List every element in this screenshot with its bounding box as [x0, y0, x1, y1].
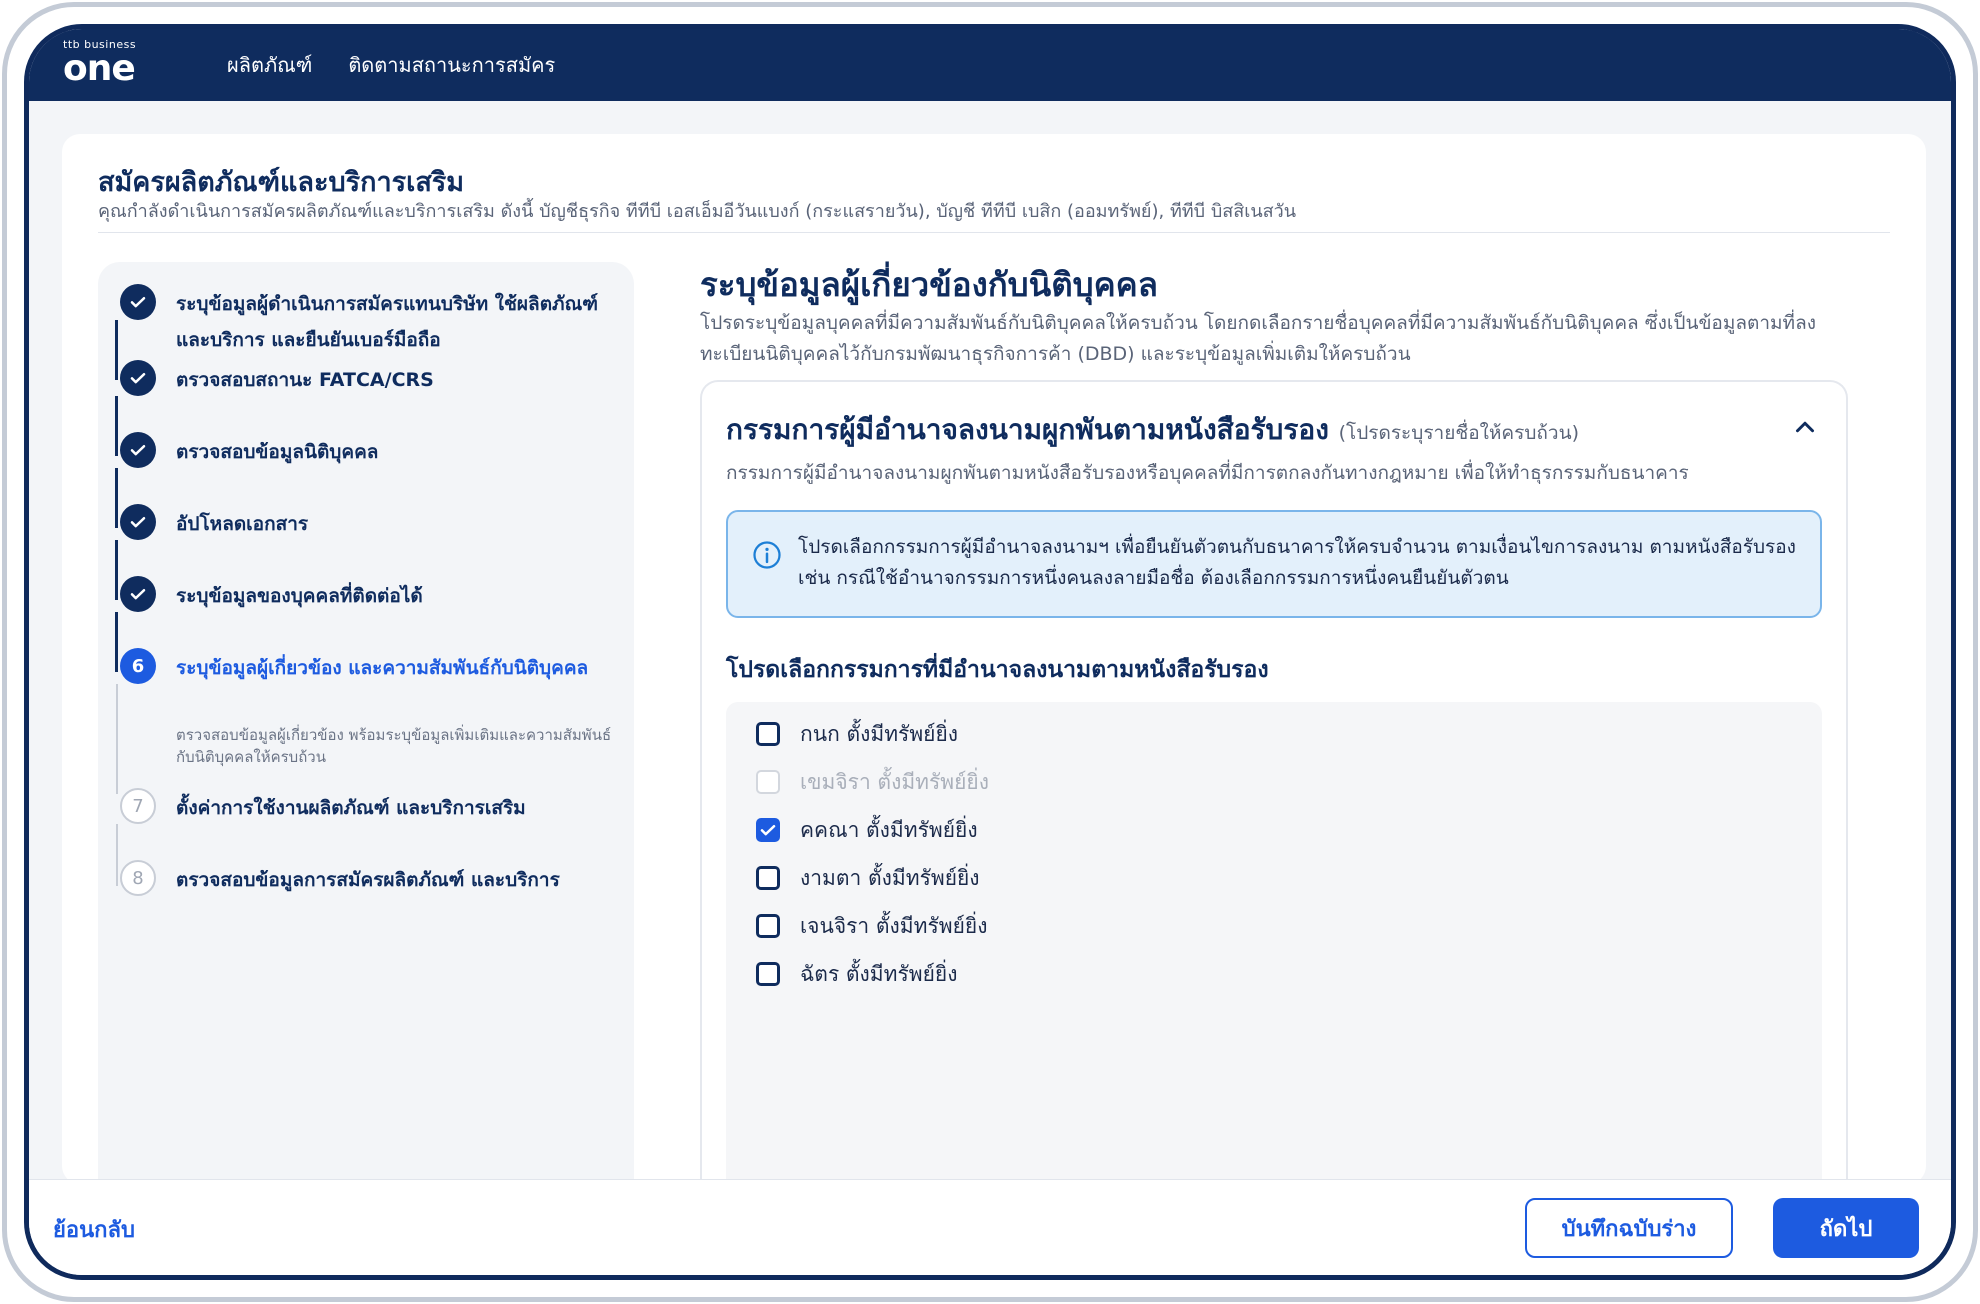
- checkbox-disabled: [756, 770, 780, 794]
- brand-logo-big: one: [63, 48, 136, 89]
- director-option[interactable]: กนก ตั้งมีทรัพย์ยิ่ง: [756, 716, 958, 752]
- header-divider: [98, 232, 1890, 233]
- director-name: กนก ตั้งมีทรัพย์ยิ่ง: [800, 721, 959, 746]
- step-connector: [115, 396, 118, 456]
- brand-logo[interactable]: ttb business one: [63, 39, 136, 87]
- director-options-list: กนก ตั้งมีทรัพย์ยิ่ง เขมจิรา ตั้งมีทรัพย…: [726, 702, 1822, 1202]
- page-subtitle: คุณกำลังดำเนินการสมัครผลิตภัณฑ์และบริการ…: [98, 201, 1297, 222]
- next-button[interactable]: ถัดไป: [1773, 1198, 1919, 1258]
- director-option[interactable]: เจนจิรา ตั้งมีทรัพย์ยิ่ง: [756, 908, 987, 944]
- step-connector: [115, 824, 118, 886]
- check-icon: [120, 504, 156, 540]
- step-label: ระบุข้อมูลผู้เกี่ยวข้อง และความสัมพันธ์ก…: [176, 657, 589, 679]
- top-navigation-bar: ttb business one ผลิตภัณฑ์ ติดตามสถานะกา…: [29, 29, 1951, 101]
- director-option[interactable]: ฉัตร ตั้งมีทรัพย์ยิ่ง: [756, 956, 957, 992]
- director-option[interactable]: คคณา ตั้งมีทรัพย์ยิ่ง: [756, 812, 978, 848]
- check-icon: [120, 360, 156, 396]
- save-draft-button[interactable]: บันทึกฉบับร่าง: [1525, 1198, 1733, 1258]
- check-icon: [760, 824, 776, 836]
- check-icon: [120, 432, 156, 468]
- panel-title-note: (โปรดระบุรายชื่อให้ครบถ้วน): [1338, 422, 1579, 444]
- step-number: 8: [120, 860, 156, 896]
- director-option-disabled: เขมจิรา ตั้งมีทรัพย์ยิ่ง: [756, 764, 989, 800]
- step-label: ตรวจสอบสถานะ FATCA/CRS: [176, 369, 434, 391]
- section-description: โปรดระบุข้อมูลบุคคลที่มีความสัมพันธ์กับน…: [700, 312, 1816, 365]
- director-option[interactable]: งามตา ตั้งมีทรัพย์ยิ่ง: [756, 860, 980, 896]
- step-description: ตรวจสอบข้อมูลผู้เกี่ยวข้อง พร้อมระบุข้อม…: [176, 726, 612, 766]
- director-name: เขมจิรา ตั้งมีทรัพย์ยิ่ง: [800, 769, 989, 794]
- step-label: ตรวจสอบข้อมูลการสมัครผลิตภัณฑ์ และบริการ: [176, 869, 560, 891]
- footer-bar: ย้อนกลับ บันทึกฉบับร่าง ถัดไป: [29, 1179, 1951, 1275]
- check-icon: [120, 576, 156, 612]
- checkbox[interactable]: [756, 914, 780, 938]
- director-name: ฉัตร ตั้งมีทรัพย์ยิ่ง: [800, 961, 958, 986]
- step-connector: [115, 540, 118, 600]
- check-icon: [120, 284, 156, 320]
- director-name: เจนจิรา ตั้งมีทรัพย์ยิ่ง: [800, 913, 988, 938]
- info-icon: [752, 540, 782, 570]
- checkbox-checked[interactable]: [756, 818, 780, 842]
- step-connector: [115, 468, 118, 528]
- step-number: 7: [120, 788, 156, 824]
- step-label: ระบุข้อมูลของบุคคลที่ติดต่อได้: [176, 585, 423, 607]
- step-connector: [115, 684, 118, 794]
- section-title: ระบุข้อมูลผู้เกี่ยวข้องกับนิติบุคคล: [700, 265, 1158, 304]
- panel-title-text: กรรมการผู้มีอำนาจลงนามผูกพันตามหนังสือรั…: [726, 413, 1329, 446]
- checkbox[interactable]: [756, 962, 780, 986]
- back-link[interactable]: ย้อนกลับ: [53, 1212, 135, 1247]
- panel-subtitle: กรรมการผู้มีอำนาจลงนามผูกพันตามหนังสือรั…: [726, 462, 1689, 484]
- step-number: 6: [120, 648, 156, 684]
- choose-directors-label: โปรดเลือกกรรมการที่มีอำนาจลงนามตามหนังสื…: [726, 657, 1269, 683]
- main-nav: ผลิตภัณฑ์ ติดตามสถานะการสมัคร: [227, 29, 555, 101]
- panel-title: กรรมการผู้มีอำนาจลงนามผูกพันตามหนังสือรั…: [726, 408, 1579, 452]
- chevron-up-icon[interactable]: [1790, 412, 1820, 442]
- app-screen: ttb business one ผลิตภัณฑ์ ติดตามสถานะกา…: [24, 24, 1956, 1280]
- step-label: อัปโหลดเอกสาร: [176, 513, 309, 535]
- info-alert: โปรดเลือกกรรมการผู้มีอำนาจลงนามฯ เพื่อยื…: [726, 510, 1822, 618]
- director-name: งามตา ตั้งมีทรัพย์ยิ่ง: [800, 865, 980, 890]
- director-name: คคณา ตั้งมีทรัพย์ยิ่ง: [800, 817, 978, 842]
- progress-stepper: ระบุข้อมูลผู้ดำเนินการสมัครแทนบริษัท ใช้…: [98, 262, 634, 1202]
- checkbox[interactable]: [756, 866, 780, 890]
- step-label: ตั้งค่าการใช้งานผลิตภัณฑ์ และบริการเสริม: [176, 797, 526, 819]
- authorized-directors-panel: กรรมการผู้มีอำนาจลงนามผูกพันตามหนังสือรั…: [700, 380, 1848, 1202]
- step-label: ระบุข้อมูลผู้ดำเนินการสมัครแทนบริษัท ใช้…: [176, 293, 598, 351]
- main-card: สมัครผลิตภัณฑ์และบริการเสริม คุณกำลังดำเ…: [62, 134, 1926, 1202]
- step-connector: [115, 320, 118, 380]
- checkbox[interactable]: [756, 722, 780, 746]
- info-text: โปรดเลือกกรรมการผู้มีอำนาจลงนามฯ เพื่อยื…: [798, 536, 1796, 589]
- nav-item-track-status[interactable]: ติดตามสถานะการสมัคร: [348, 49, 555, 81]
- step-label: ตรวจสอบข้อมูลนิติบุคคล: [176, 441, 379, 463]
- step-connector: [115, 612, 118, 672]
- nav-item-products[interactable]: ผลิตภัณฑ์: [227, 49, 312, 81]
